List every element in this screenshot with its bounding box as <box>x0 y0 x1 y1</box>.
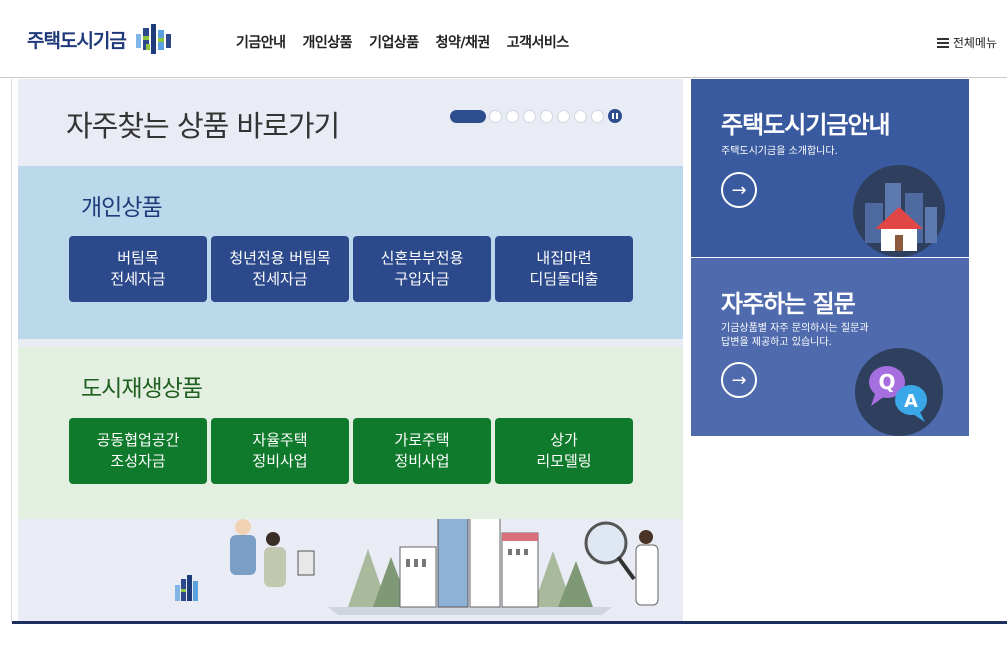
personal-products-title: 개인상품 <box>81 195 163 221</box>
pager-active[interactable] <box>450 109 486 123</box>
pager-dot[interactable] <box>489 109 502 123</box>
urban-regeneration-title: 도시재생상품 <box>81 376 203 402</box>
arrow-right-icon[interactable]: → <box>721 172 757 208</box>
pager-dot[interactable] <box>574 109 587 123</box>
pager-dot[interactable] <box>523 109 536 123</box>
slide-pager <box>450 109 622 123</box>
nav-item-corporate[interactable]: 기업상품 <box>369 32 419 52</box>
city-illustration <box>175 519 659 615</box>
nav-item-subscription[interactable]: 청약/채권 <box>436 32 491 52</box>
nav-item-fund-info[interactable]: 기금안내 <box>236 32 286 52</box>
pager-dot[interactable] <box>557 109 570 123</box>
site-header: 주택도시기금 기금안내 개인상품 기업상품 청약/채권 고객서비스 전체메뉴 <box>0 0 1007 78</box>
logo-text: 주택도시기금 <box>27 29 127 52</box>
faq-card[interactable]: 자주하는 질문 기금상품별 자주 문의하시는 질문과 답변을 제공하고 있습니다… <box>691 258 969 436</box>
nav-item-personal[interactable]: 개인상품 <box>303 32 353 52</box>
fund-info-card[interactable]: 주택도시기금안내 주택도시기금을 소개합니다. → <box>691 79 969 257</box>
pager-dot[interactable] <box>506 109 519 123</box>
left-edge <box>0 79 12 623</box>
product-button-commercial-remodel[interactable]: 상가 리모델링 <box>495 418 633 484</box>
faq-title: 자주하는 질문 <box>721 290 856 318</box>
quick-links-panel: 자주찾는 상품 바로가기 개인상품 버팀목 전세자금 청년전용 버팀목 전세자금… <box>18 79 683 623</box>
house-city-icon <box>853 165 945 257</box>
all-menu-button[interactable]: 전체메뉴 <box>936 34 997 51</box>
product-button-coworking[interactable]: 공동협업공간 조성자금 <box>69 418 207 484</box>
urban-regeneration-section: 도시재생상품 공동협업공간 조성자금 자율주택 정비사업 가로주택 정비사업 상… <box>18 347 683 519</box>
logo-mark-icon <box>135 24 171 54</box>
hamburger-icon <box>936 38 949 48</box>
fund-info-title: 주택도시기금안내 <box>721 111 891 139</box>
svg-text:A: A <box>904 391 918 412</box>
product-button-street-housing[interactable]: 가로주택 정비사업 <box>353 418 491 484</box>
svg-text:Q: Q <box>878 370 895 394</box>
all-menu-label: 전체메뉴 <box>952 36 997 50</box>
pager-dot[interactable] <box>540 109 553 123</box>
product-button-didimdol[interactable]: 내집마련 디딤돌대출 <box>495 236 633 302</box>
product-button-youth-beotimmok[interactable]: 청년전용 버팀목 전세자금 <box>211 236 349 302</box>
pause-icon[interactable] <box>608 109 622 123</box>
pager-dot[interactable] <box>591 109 604 123</box>
product-button-beotimmok[interactable]: 버팀목 전세자금 <box>69 236 207 302</box>
global-nav: 기금안내 개인상품 기업상품 청약/채권 고객서비스 <box>236 32 586 52</box>
nav-item-customer[interactable]: 고객서비스 <box>507 32 569 52</box>
arrow-right-icon[interactable]: → <box>721 362 757 398</box>
product-button-newlywed-purchase[interactable]: 신혼부부전용 구입자금 <box>353 236 491 302</box>
quick-links-title: 자주찾는 상품 바로가기 <box>66 109 340 143</box>
fund-info-desc: 주택도시기금을 소개합니다. <box>721 146 838 157</box>
personal-products-section: 개인상품 버팀목 전세자금 청년전용 버팀목 전세자금 신혼부부전용 구입자금 … <box>18 166 683 339</box>
product-button-autonomous-housing[interactable]: 자율주택 정비사업 <box>211 418 349 484</box>
bottom-divider <box>12 621 1007 624</box>
qa-bubble-icon: Q A <box>855 348 943 436</box>
site-logo[interactable]: 주택도시기금 <box>27 20 176 58</box>
